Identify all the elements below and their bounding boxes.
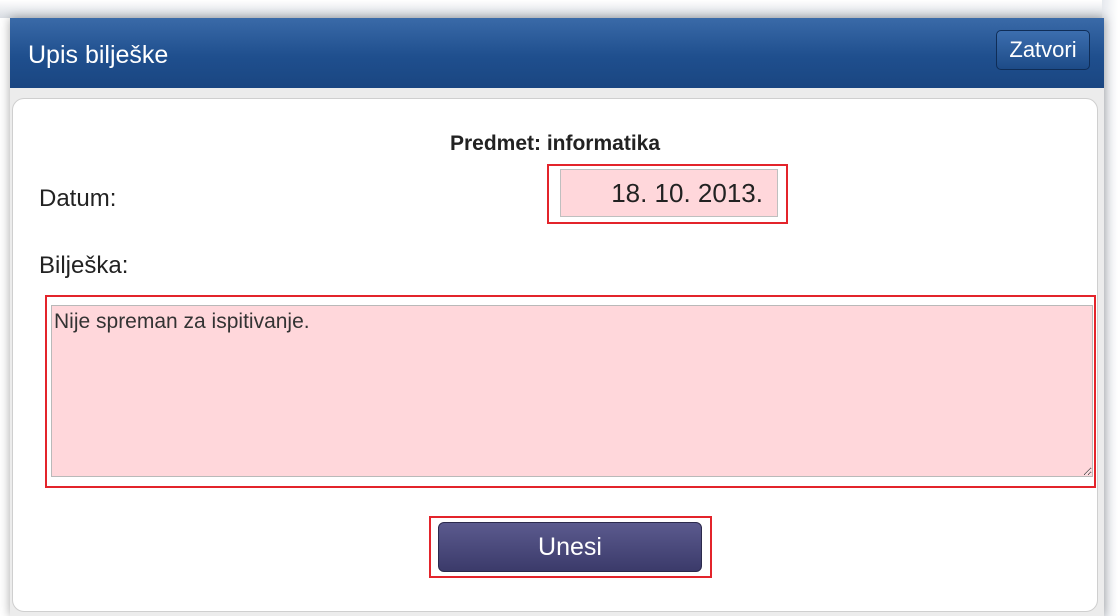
dialog-title: Upis bilješke	[28, 41, 169, 69]
dialog-titlebar: Upis bilješke Zatvori	[10, 18, 1104, 88]
note-dialog: Upis bilješke Zatvori Predmet: informati…	[10, 18, 1104, 616]
window-shadow-top	[0, 0, 1118, 18]
submit-button[interactable]: Unesi	[438, 522, 702, 572]
date-input[interactable]	[560, 169, 778, 217]
subject-heading: Predmet: informatika	[449, 132, 661, 155]
window-shadow-right	[1102, 0, 1118, 616]
note-label: Bilješka:	[39, 252, 129, 279]
note-textarea[interactable]: Nije spreman za ispitivanje.	[51, 305, 1093, 477]
close-button[interactable]: Zatvori	[996, 30, 1090, 70]
date-label: Datum:	[39, 185, 117, 212]
dialog-content: Predmet: informatika Datum: Bilješka: Ni…	[12, 98, 1098, 612]
